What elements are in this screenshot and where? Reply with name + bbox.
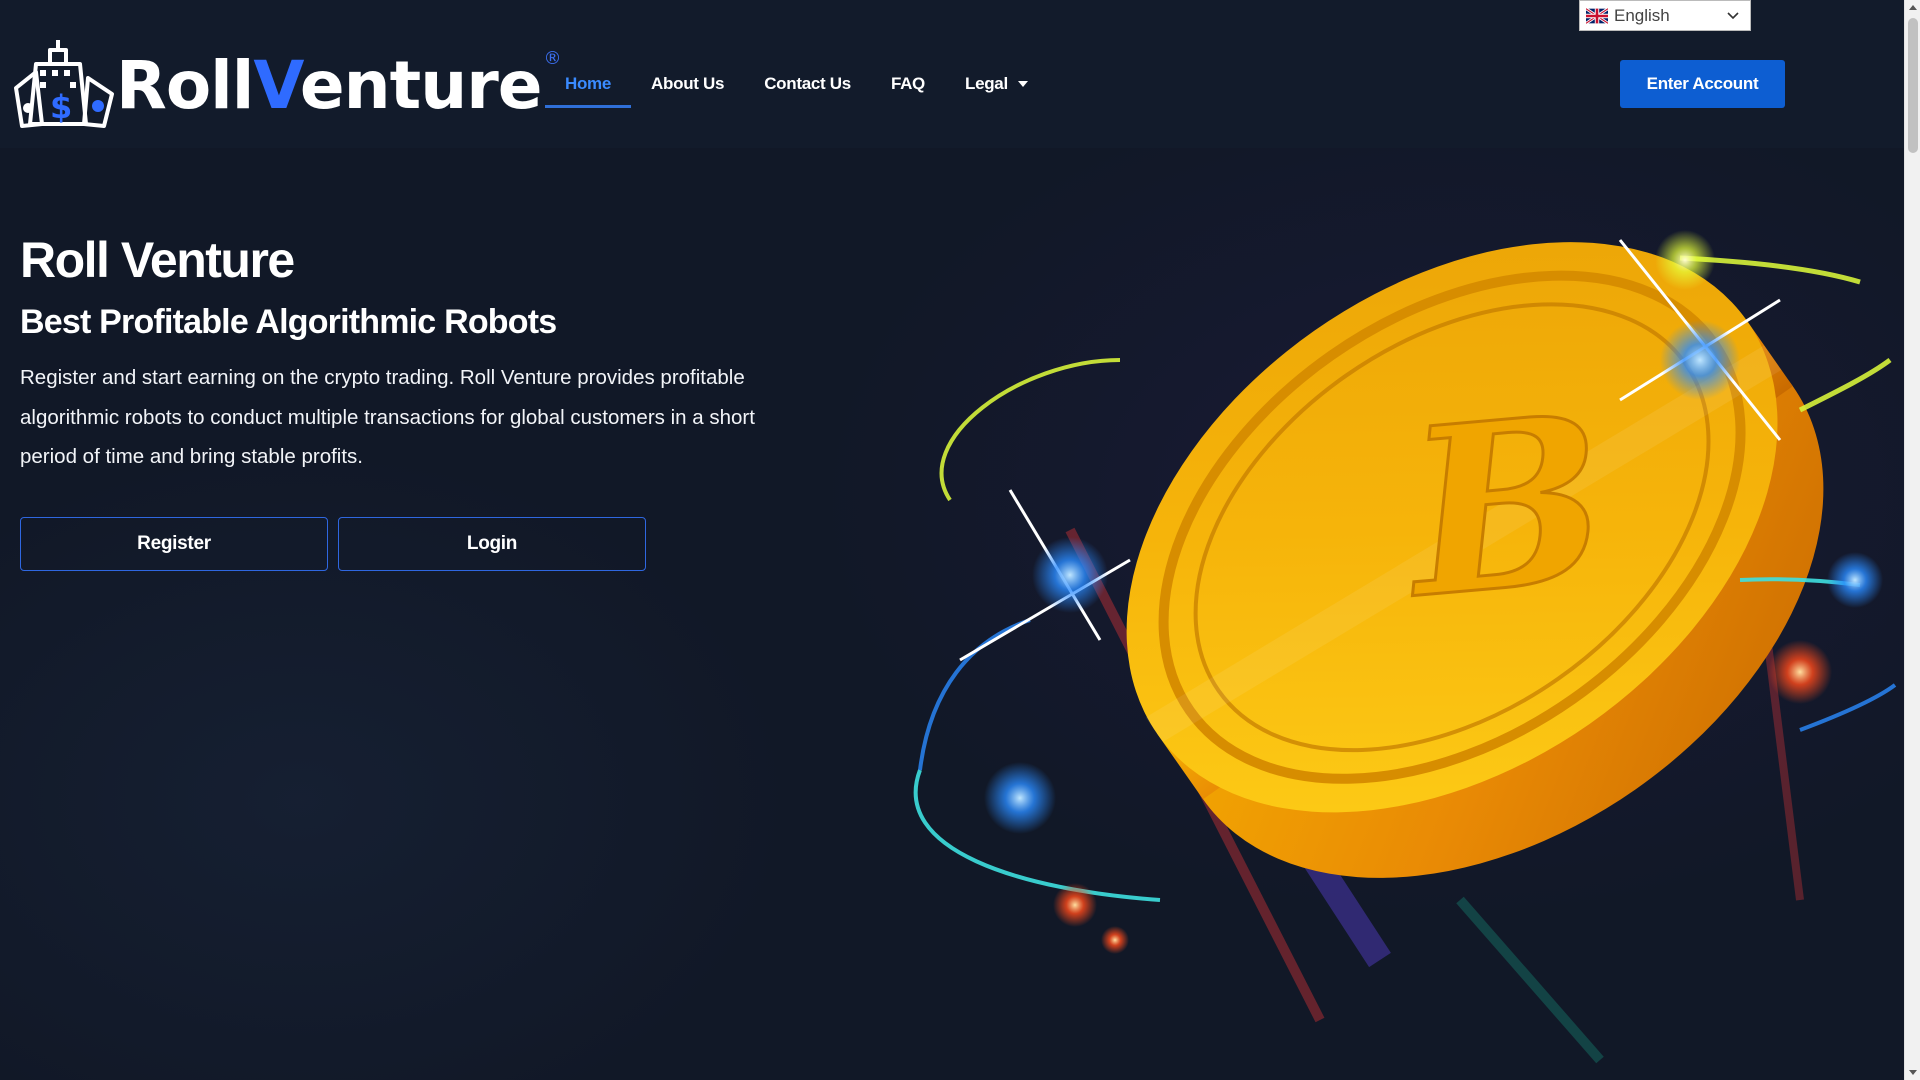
scroll-thumb[interactable]: [1908, 18, 1918, 153]
hero-description: Register and start earning on the crypto…: [20, 366, 755, 468]
building-dollar-icon: $: [14, 40, 114, 128]
svg-text:$: $: [50, 88, 72, 126]
nav-about-us[interactable]: About Us: [631, 62, 744, 108]
logo-text-roll: Roll: [116, 47, 254, 124]
vertical-scrollbar[interactable]: [1904, 0, 1920, 1080]
scroll-up-icon[interactable]: [1909, 5, 1917, 10]
nav-faq[interactable]: FAQ: [871, 62, 945, 108]
logo[interactable]: $ RollVenture ®: [14, 38, 562, 130]
uk-flag-icon: [1586, 7, 1608, 24]
language-selector[interactable]: English: [1579, 0, 1751, 31]
nav-legal-label: Legal: [964, 74, 1008, 93]
chevron-down-icon: [1727, 12, 1739, 20]
hero-title: Roll Venture: [20, 232, 295, 288]
nav-contact-us[interactable]: Contact Us: [744, 62, 871, 108]
enter-account-button[interactable]: Enter Account: [1620, 60, 1785, 108]
register-button[interactable]: Register: [20, 517, 328, 571]
bitcoin-coin-icon: B: [913, 230, 1897, 1064]
page: $ RollVenture ® Home About Us Contact Us…: [0, 0, 1920, 1080]
login-button[interactable]: Login: [338, 517, 646, 571]
logo-wordmark: RollVenture: [116, 53, 543, 119]
caret-down-icon: [1017, 80, 1028, 87]
svg-text:B: B: [1393, 364, 1616, 650]
logo-text-enture: enture: [299, 47, 543, 124]
language-label: English: [1614, 5, 1670, 25]
scroll-down-icon[interactable]: [1909, 1070, 1917, 1075]
logo-text-accent: V: [253, 47, 300, 124]
nav-home[interactable]: Home: [545, 62, 632, 108]
hero-subtitle: Best Profitable Algorithmic Robots: [20, 303, 557, 341]
nav-legal[interactable]: Legal: [945, 62, 1048, 108]
main-nav: Home About Us Contact Us FAQ Legal: [545, 62, 1048, 108]
